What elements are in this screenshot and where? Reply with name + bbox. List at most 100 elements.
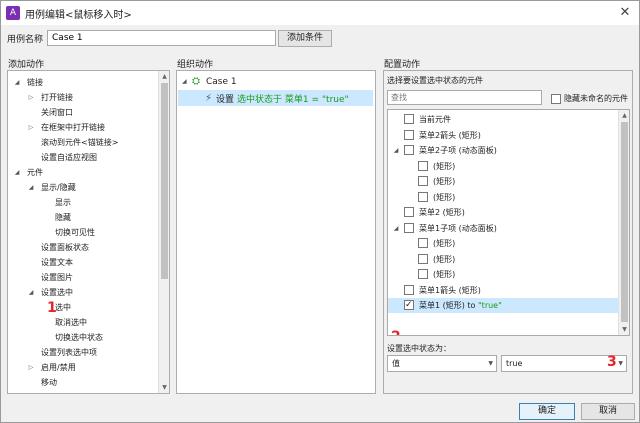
- tree-item[interactable]: 设置自适应视图: [8, 150, 158, 165]
- checkbox[interactable]: [418, 253, 428, 264]
- tree-item[interactable]: 隐藏: [8, 210, 158, 225]
- scroll-down-icon[interactable]: ▼: [619, 324, 629, 335]
- widget-list-item[interactable]: 菜单1 (矩形) to "true": [388, 298, 620, 313]
- collapse-icon[interactable]: ◢: [13, 75, 21, 90]
- tree-item[interactable]: 显示: [8, 195, 158, 210]
- case-editor-dialog: A 用例编辑<鼠标移入时> ✕ 用例名称 添加条件 添加动作 组织动作 配置动作…: [0, 0, 640, 423]
- expand-icon[interactable]: ▷: [27, 360, 35, 375]
- widget-item-value: "true": [478, 301, 502, 310]
- checkbox[interactable]: [404, 222, 414, 233]
- scroll-down-icon[interactable]: ▼: [159, 382, 169, 393]
- widget-item-text: 当前元件: [419, 112, 451, 127]
- checkbox[interactable]: [404, 145, 414, 155]
- widget-list-item[interactable]: 菜单2箭头 (矩形): [388, 128, 620, 143]
- tree-item[interactable]: 滚动到元件<锚链接>: [8, 135, 158, 150]
- expand-icon[interactable]: ◢: [182, 75, 192, 89]
- widget-list-item[interactable]: ◢ 菜单1子项 (动态面板): [388, 221, 620, 236]
- left-scrollbar[interactable]: ▲ ▼: [158, 71, 169, 393]
- widget-list-item[interactable]: 当前元件: [388, 112, 620, 127]
- organize-action-heading: 组织动作: [177, 60, 214, 70]
- tree-item-label: 取消选中: [55, 318, 87, 327]
- scroll-up-icon[interactable]: ▲: [619, 110, 629, 121]
- widget-list-item[interactable]: (矩形): [388, 190, 620, 205]
- collapse-icon[interactable]: ◢: [13, 165, 21, 180]
- tree-item-label: 移动: [41, 378, 57, 387]
- checkbox[interactable]: [418, 269, 428, 279]
- expand-icon[interactable]: ▷: [27, 90, 35, 105]
- tree-item-label: 设置选中: [41, 288, 73, 297]
- widget-item-text: (矩形): [433, 174, 455, 189]
- collapse-icon[interactable]: ◢: [27, 285, 35, 300]
- widget-list-item[interactable]: (矩形): [388, 236, 620, 251]
- widget-list-item[interactable]: ◢ 菜单2子项 (动态面板): [388, 143, 620, 158]
- widget-list-item[interactable]: 菜单2 (矩形): [388, 205, 620, 220]
- configure-action-heading: 配置动作: [384, 60, 421, 70]
- tree-item[interactable]: ▷ 在框架中打开链接: [8, 120, 158, 135]
- tree-item-label: 设置图片: [41, 273, 73, 282]
- widget-item-label: (矩形): [433, 270, 456, 279]
- organize-action-panel: ◢ ⛭ Case 1 ⚡ 设置 选中状态于 菜单1 = "true": [176, 70, 376, 394]
- tree-item[interactable]: 移动: [8, 375, 158, 390]
- collapse-icon[interactable]: ◢: [27, 180, 35, 195]
- widget-item-label: 菜单1箭头 (矩形): [419, 285, 481, 295]
- window-title: 用例编辑<鼠标移入时>: [25, 9, 132, 21]
- tree-item[interactable]: 关闭窗口: [8, 105, 158, 120]
- annotation-2: 2: [391, 329, 401, 335]
- ok-button[interactable]: 确定: [519, 403, 575, 420]
- tree-item[interactable]: ◢ 设置选中: [8, 285, 158, 300]
- close-icon[interactable]: ✕: [615, 3, 635, 23]
- checkbox[interactable]: [418, 160, 428, 171]
- tree-item[interactable]: ◢ 链接: [8, 75, 158, 90]
- tree-item[interactable]: 切换可见性: [8, 225, 158, 240]
- tree-item[interactable]: ▷ 启用/禁用: [8, 360, 158, 375]
- checkbox[interactable]: [404, 298, 414, 313]
- checkbox[interactable]: [404, 207, 414, 217]
- search-input[interactable]: [387, 90, 542, 105]
- widget-list-item[interactable]: (矩形): [388, 252, 620, 267]
- expand-icon[interactable]: ▷: [27, 120, 35, 135]
- widget-item-text: 菜单1 (矩形) to "true": [419, 298, 502, 313]
- collapse-icon[interactable]: ◢: [392, 221, 400, 236]
- checkbox[interactable]: [418, 176, 428, 186]
- tree-item[interactable]: 切换选中状态: [8, 330, 158, 345]
- checkbox[interactable]: [418, 238, 428, 248]
- checkbox[interactable]: [418, 191, 428, 202]
- widget-item-text: (矩形): [433, 190, 455, 205]
- hide-unnamed-checkbox[interactable]: 隐藏未命名的元件: [551, 93, 628, 104]
- value-type-select[interactable]: 值 ▼: [387, 355, 497, 372]
- checkbox[interactable]: [404, 114, 414, 124]
- checkbox[interactable]: [404, 284, 414, 295]
- scroll-up-icon[interactable]: ▲: [159, 71, 169, 82]
- tree-item[interactable]: 选中: [8, 300, 158, 315]
- checkbox[interactable]: [551, 93, 561, 104]
- tree-item[interactable]: 设置文本: [8, 255, 158, 270]
- add-condition-button[interactable]: 添加条件: [278, 30, 332, 47]
- choose-widget-label: 选择要设置选中状态的元件: [387, 76, 483, 85]
- checkbox[interactable]: [404, 129, 414, 140]
- case-node[interactable]: ◢ ⛭ Case 1: [182, 75, 237, 89]
- tree-item-label: 隐藏: [55, 213, 71, 222]
- tree-item[interactable]: 设置面板状态: [8, 240, 158, 255]
- collapse-icon[interactable]: ◢: [392, 143, 400, 158]
- widget-list-item[interactable]: (矩形): [388, 174, 620, 189]
- widget-list-scrollbar[interactable]: ▲ ▼: [618, 110, 629, 335]
- case-name-input[interactable]: [47, 30, 277, 46]
- tree-item[interactable]: ◢ 元件: [8, 165, 158, 180]
- tree-item[interactable]: 设置列表选中项: [8, 345, 158, 360]
- action-row[interactable]: ⚡ 设置 选中状态于 菜单1 = "true": [178, 90, 373, 106]
- chevron-down-icon: ▼: [488, 360, 493, 367]
- tree-item[interactable]: 取消选中: [8, 315, 158, 330]
- cancel-button[interactable]: 取消: [581, 403, 635, 420]
- scroll-thumb[interactable]: [621, 122, 628, 322]
- tree-item[interactable]: 设置图片: [8, 270, 158, 285]
- widget-list-item[interactable]: (矩形): [388, 159, 620, 174]
- widget-item-text: 菜单2箭头 (矩形): [419, 128, 481, 143]
- chevron-down-icon: ▼: [618, 360, 623, 367]
- scroll-thumb[interactable]: [161, 83, 168, 279]
- title-bar: A 用例编辑<鼠标移入时> ✕: [1, 1, 639, 25]
- widget-list-item[interactable]: 菜单1箭头 (矩形): [388, 283, 620, 298]
- widget-list-item[interactable]: (矩形): [388, 267, 620, 282]
- tree-item-label: 启用/禁用: [41, 363, 76, 372]
- tree-item[interactable]: ▷ 打开链接: [8, 90, 158, 105]
- tree-item[interactable]: ◢ 显示/隐藏: [8, 180, 158, 195]
